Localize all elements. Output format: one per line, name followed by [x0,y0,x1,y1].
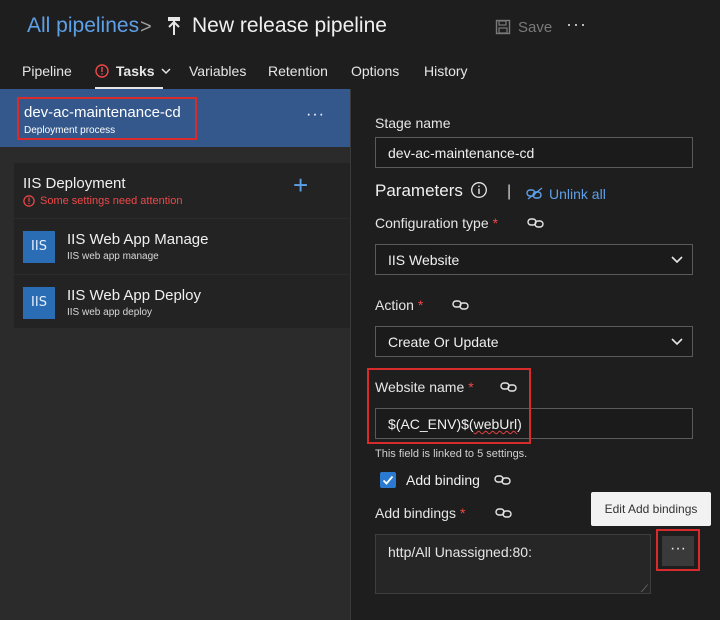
link-icon[interactable] [494,473,512,492]
configuration-type-select[interactable]: IIS Website [375,244,693,275]
tab-tasks[interactable]: Tasks [95,63,171,79]
checkmark-icon [382,475,394,485]
warning-icon [95,64,109,78]
tooltip: Edit Add bindings [591,492,711,526]
iis-icon: IIS [23,287,55,319]
stage-more-button[interactable]: ··· [306,106,325,124]
link-icon[interactable] [495,506,513,525]
page-title: New release pipeline [192,14,387,37]
link-icon[interactable] [527,216,545,235]
add-task-button[interactable]: + [293,172,308,198]
chevron-down-icon [671,338,683,346]
task-subtitle: IIS web app deploy [67,307,153,318]
save-button[interactable]: Save [518,19,552,36]
add-bindings-label: Add bindings * [375,505,466,521]
info-icon[interactable] [470,181,488,199]
unlink-icon[interactable] [526,187,544,201]
highlight-box-edit-button [656,529,700,571]
stage-name-input[interactable]: dev-ac-maintenance-cd [375,137,693,168]
stage-name-label: Stage name [375,115,451,131]
tab-tasks-label: Tasks [115,63,155,79]
breadcrumb-separator: > [140,16,152,38]
task-title: IIS Web App Deploy [67,287,201,304]
job-warning-text: Some settings need attention [40,195,183,207]
linked-settings-hint: This field is linked to 5 settings. [375,448,528,460]
add-binding-label: Add binding [406,472,480,488]
more-actions-button[interactable]: ··· [566,14,587,35]
tab-options[interactable]: Options [351,63,399,79]
highlight-box-stage [17,97,197,140]
tab-variables[interactable]: Variables [189,63,246,79]
tab-pipeline[interactable]: Pipeline [22,63,72,79]
action-label: Action * [375,297,424,313]
parameters-heading: Parameters [375,181,463,200]
release-pipeline-icon [166,16,182,36]
tab-retention[interactable]: Retention [268,63,328,79]
link-icon[interactable] [452,298,470,317]
configuration-type-label: Configuration type * [375,215,499,231]
breadcrumb-all-pipelines[interactable]: All pipelines [27,14,139,38]
iis-icon: IIS [23,231,55,263]
resize-grip-icon[interactable]: ⟋ [641,584,648,595]
task-title: IIS Web App Manage [67,231,209,248]
highlight-box-website-name [367,368,531,444]
configuration-type-value: IIS Website [388,252,460,268]
chevron-down-icon [161,68,171,75]
save-icon[interactable] [495,19,511,35]
action-value: Create Or Update [388,334,499,350]
warning-icon [23,195,35,207]
tab-history[interactable]: History [424,63,468,79]
job-title: IIS Deployment [23,175,126,192]
task-subtitle: IIS web app manage [67,251,159,262]
action-select[interactable]: Create Or Update [375,326,693,357]
tab-bar: Pipeline Tasks Variables Retention Optio… [0,55,720,89]
add-bindings-textarea[interactable]: http/All Unassigned:80: [375,534,651,594]
add-binding-checkbox[interactable] [380,472,396,488]
chevron-down-icon [671,256,683,264]
parameters-separator: | [507,183,512,200]
unlink-all-button[interactable]: Unlink all [549,186,606,202]
